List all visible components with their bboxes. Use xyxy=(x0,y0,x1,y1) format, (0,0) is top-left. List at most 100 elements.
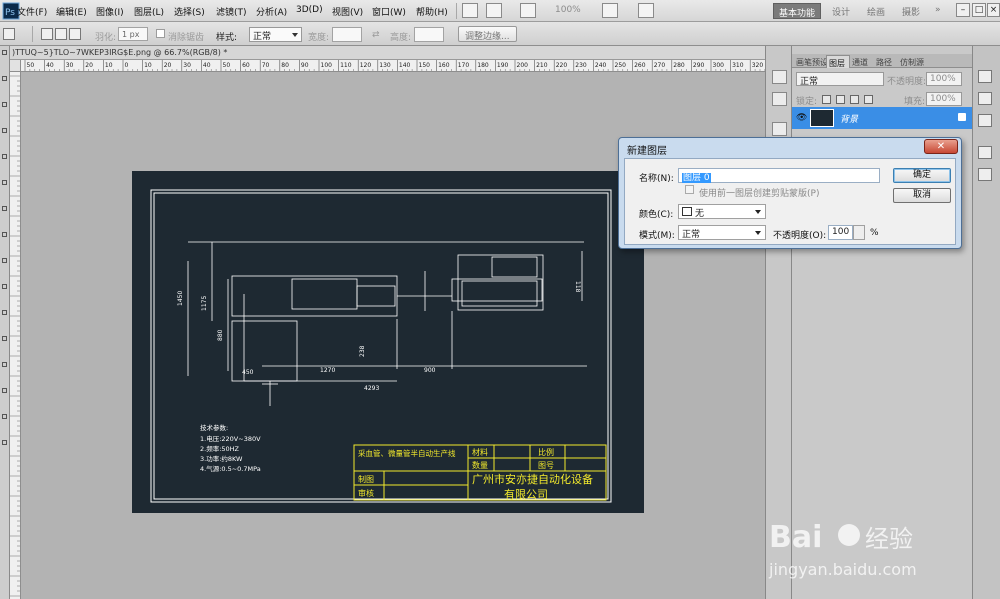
maximize-icon[interactable]: □ xyxy=(972,3,986,17)
antialias-checkbox[interactable] xyxy=(156,29,165,38)
workspace-design[interactable]: 设计 xyxy=(827,3,855,19)
tab-brush-presets[interactable]: 画笔预设 xyxy=(794,55,826,68)
style-select[interactable]: 正常 xyxy=(249,27,302,42)
lock-image-icon[interactable] xyxy=(836,95,845,104)
adjustments-panel-icon[interactable] xyxy=(772,122,787,136)
styles-panel-icon[interactable] xyxy=(978,114,992,127)
ruler-label: 290 xyxy=(693,62,705,69)
layer-name-input[interactable]: 图层 0 xyxy=(678,168,880,183)
menu-select[interactable]: 选择(S) xyxy=(174,5,205,18)
tab-paths[interactable]: 路径 xyxy=(874,55,898,68)
zoom-tool-icon[interactable] xyxy=(2,440,7,445)
layers-panel-tabs: 画笔预设 图层 通道 路径 仿制源 xyxy=(792,54,972,68)
ok-button[interactable]: 确定 xyxy=(893,168,951,183)
ruler-origin[interactable] xyxy=(10,60,21,72)
view-extras-icon[interactable] xyxy=(520,3,536,18)
menu-window[interactable]: 窗口(W) xyxy=(372,5,406,18)
blend-mode-select[interactable]: 正常 xyxy=(796,72,884,87)
swatches-panel-icon[interactable] xyxy=(978,92,992,105)
document-tab[interactable]: )TTUQ~5}TLO~7WKEP3IRG$E.png @ 66.7%(RGB/… xyxy=(10,46,765,60)
lasso-tool-icon[interactable] xyxy=(2,102,7,107)
mode-label: 模式(M): xyxy=(639,231,675,241)
ruler-label: 230 xyxy=(575,62,587,69)
ruler-label: 130 xyxy=(379,62,391,69)
move-tool-icon[interactable] xyxy=(2,50,7,55)
workspace-photography[interactable]: 摄影 xyxy=(897,3,925,19)
marquee-tool-icon[interactable] xyxy=(2,76,7,81)
layer-row-background[interactable]: 👁 背景 xyxy=(792,107,972,129)
menu-image[interactable]: 图像(I) xyxy=(96,5,124,18)
menu-filter[interactable]: 滤镜(T) xyxy=(216,5,247,18)
fill-input[interactable]: 100% xyxy=(926,92,962,106)
pen-tool-icon[interactable] xyxy=(2,310,7,315)
tab-clone-source[interactable]: 仿制源 xyxy=(898,55,938,68)
crop-tool-icon[interactable] xyxy=(2,128,7,133)
actions-panel-icon[interactable] xyxy=(772,92,787,106)
lock-position-icon[interactable] xyxy=(850,95,859,104)
feather-input[interactable]: 1 px xyxy=(118,27,148,41)
cancel-button[interactable]: 取消 xyxy=(893,188,951,203)
menu-layer[interactable]: 图层(L) xyxy=(134,5,164,18)
character-panel-icon[interactable] xyxy=(978,146,992,159)
opacity-stepper-icon[interactable] xyxy=(853,225,865,240)
width-input[interactable] xyxy=(332,27,362,42)
cad-qty: 数量 xyxy=(472,460,488,470)
height-input[interactable] xyxy=(414,27,444,42)
dialog-close-icon[interactable]: ✕ xyxy=(924,139,958,154)
more-workspaces-icon[interactable]: » xyxy=(930,3,946,19)
refine-edge-button[interactable]: 调整边缘... xyxy=(458,26,517,42)
color-select[interactable]: 无 xyxy=(678,204,766,219)
history-panel-icon[interactable] xyxy=(772,70,787,84)
mode-select[interactable]: 正常 xyxy=(678,225,766,240)
dodge-tool-icon[interactable] xyxy=(2,284,7,289)
color-panel-icon[interactable] xyxy=(978,70,992,83)
hand-tool-icon[interactable] xyxy=(2,414,7,419)
tab-channels[interactable]: 通道 xyxy=(850,55,874,68)
menu-view[interactable]: 视图(V) xyxy=(332,5,363,18)
menu-3d[interactable]: 3D(D) xyxy=(296,5,323,15)
subtract-selection-icon[interactable] xyxy=(69,28,81,40)
add-selection-icon[interactable] xyxy=(55,28,67,40)
marquee-tool-icon[interactable] xyxy=(3,28,15,40)
clone-tool-icon[interactable] xyxy=(2,206,7,211)
far-right-panel xyxy=(972,46,1000,599)
swap-icon[interactable]: ⇄ xyxy=(372,30,380,40)
opacity-input[interactable]: 100% xyxy=(926,72,962,86)
close-icon[interactable]: × xyxy=(987,3,1000,17)
menu-file[interactable]: 文件(F) xyxy=(17,5,47,18)
bridge-icon[interactable] xyxy=(462,3,478,18)
cad-drawing-image[interactable]: 1450 1175 450 880 1270 900 4293 118 238 … xyxy=(132,171,644,513)
gradient-tool-icon[interactable] xyxy=(2,258,7,263)
tab-layers[interactable]: 图层 xyxy=(826,55,850,68)
path-select-tool-icon[interactable] xyxy=(2,362,7,367)
paragraph-panel-icon[interactable] xyxy=(978,168,992,181)
brush-tool-icon[interactable] xyxy=(2,180,7,185)
vertical-ruler[interactable] xyxy=(10,72,21,599)
dialog-opacity-input[interactable]: 100 xyxy=(828,225,853,240)
workspace-painting[interactable]: 绘画 xyxy=(862,3,890,19)
menu-analysis[interactable]: 分析(A) xyxy=(256,5,287,18)
clipping-mask-checkbox[interactable] xyxy=(685,185,694,194)
cad-dimensions: 1450 1175 450 880 1270 900 4293 118 238 xyxy=(177,281,581,392)
menu-edit[interactable]: 编辑(E) xyxy=(56,5,87,18)
screen-mode-icon[interactable] xyxy=(638,3,654,18)
mini-bridge-icon[interactable] xyxy=(486,3,502,18)
type-tool-icon[interactable] xyxy=(2,336,7,341)
watermark-brand-cn: 经验 xyxy=(865,525,913,553)
eye-icon[interactable]: 👁 xyxy=(796,113,807,123)
name-label: 名称(N): xyxy=(639,174,674,184)
arrange-documents-icon[interactable] xyxy=(602,3,618,18)
workspace-essentials[interactable]: 基本功能 xyxy=(773,3,822,19)
minimize-icon[interactable]: – xyxy=(956,3,970,17)
eyedropper-tool-icon[interactable] xyxy=(2,154,7,159)
ruler-label: 20 xyxy=(164,62,172,69)
shape-tool-icon[interactable] xyxy=(2,388,7,393)
lock-all-icon[interactable] xyxy=(864,95,873,104)
lock-transparent-icon[interactable] xyxy=(822,95,831,104)
new-selection-icon[interactable] xyxy=(41,28,53,40)
eraser-tool-icon[interactable] xyxy=(2,232,7,237)
zoom-level[interactable]: 100% xyxy=(555,5,581,15)
menu-help[interactable]: 帮助(H) xyxy=(416,5,448,18)
ruler-label: 50 xyxy=(223,62,231,69)
horizontal-ruler[interactable]: 50 40 30 20 10 0 10 20 30 40 50 60 70 80 90 100 110 120 13… xyxy=(21,60,765,72)
